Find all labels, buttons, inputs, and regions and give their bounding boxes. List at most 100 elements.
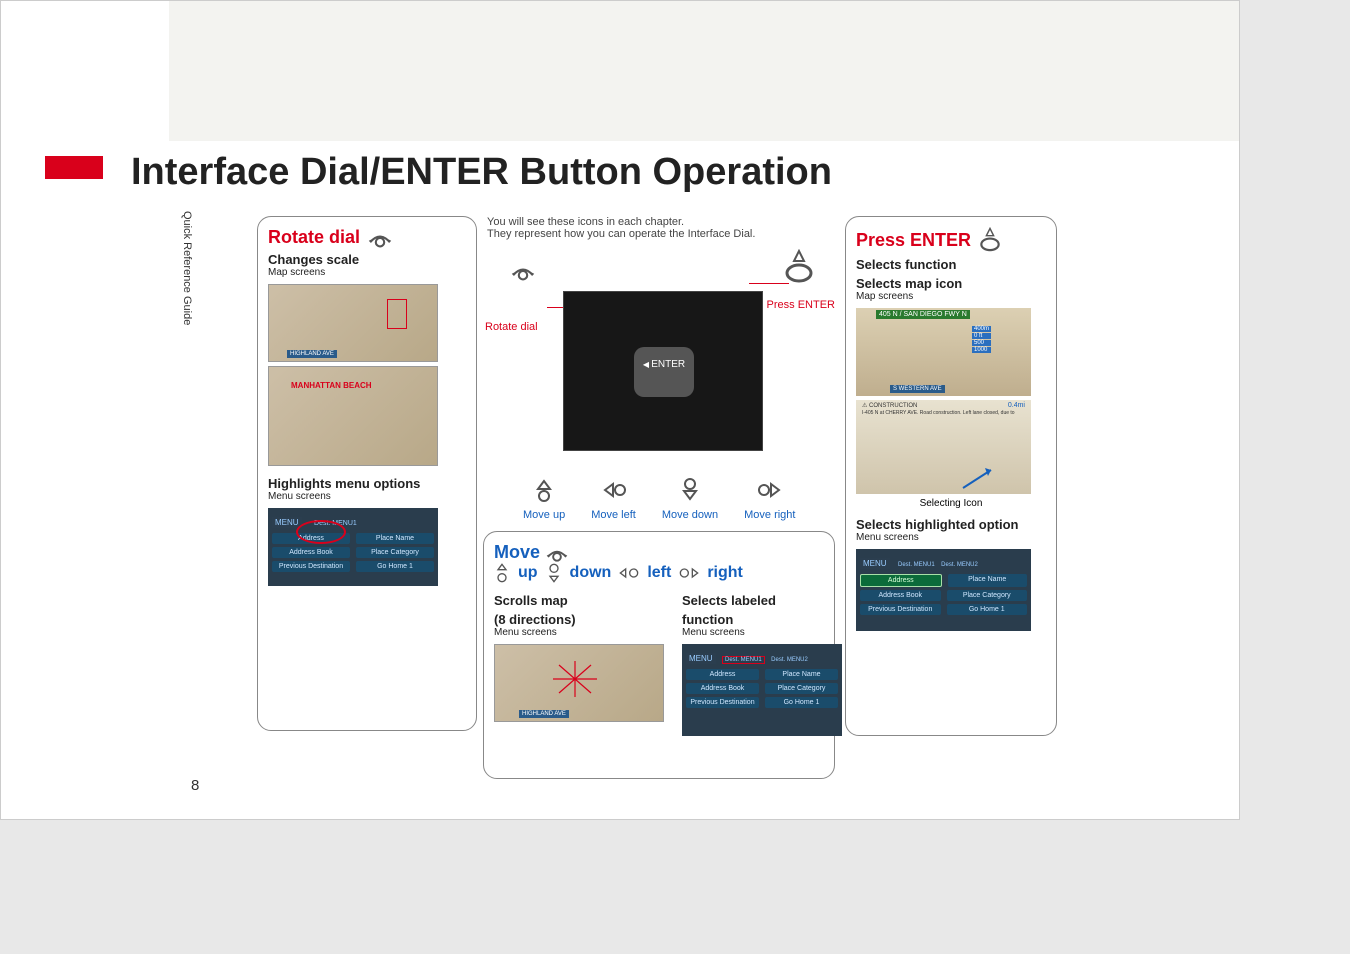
menu-btn: Address Book [860,590,941,601]
move-up-label: Move up [523,509,565,521]
rotate-dial-icon-wrap [509,261,537,286]
menu-screens-label: Menu screens [494,627,664,638]
menu-btn: Place Category [947,590,1028,601]
selects-function-heading: Selects function [856,257,1046,272]
header-band [169,1,1239,141]
menu-btn: Previous Destination [686,697,759,708]
menu-screens-label: Menu screens [682,627,842,638]
menu-btn: Previous Destination [272,561,350,572]
selects-map-icon-heading: Selects map icon [856,276,1046,291]
construction-label: ⚠ CONSTRUCTION [862,402,917,409]
distance-label: 0.4mi [1008,402,1025,409]
intro-line1: You will see these icons in each chapter… [487,216,827,228]
selects-highlighted-heading: Selects highlighted option [856,517,1046,532]
scale-tick: 0 ft [972,333,991,339]
menu-header: MENU [686,653,716,664]
selects-labeled-heading: Selects labeled [682,593,842,608]
map-thumbnail-2: MANHATTAN BEACH [268,366,438,466]
move-left-label: Move left [591,509,636,521]
rotate-dial-icon [509,261,537,281]
move-right-icon [758,478,782,502]
function-heading: function [682,612,842,627]
press-enter-title: Press ENTER [856,230,971,251]
press-enter-icon [977,227,1003,253]
eight-arrows-icon [547,659,603,699]
intro-text: You will see these icons in each chapter… [487,216,827,240]
move-down-icon [546,563,562,583]
menu-btn: Previous Destination [860,604,941,615]
direction-icons-row: Move up Move left Move down Move right [523,478,795,521]
construction-detail: I-405 N at CHERRY AVE. Road construction… [862,410,1022,416]
changes-scale-heading: Changes scale [268,252,466,267]
left-word: left [647,564,671,582]
selecting-icon-arrow [961,464,1001,490]
menu-btn: Go Home 1 [356,561,434,572]
menu-btn: Go Home 1 [765,697,838,708]
move-right-label: Move right [744,509,795,521]
menu-btn: Place Category [356,547,434,558]
menu-btn: Place Name [765,669,838,680]
move-up-icon [532,478,556,502]
menu-tab: Dest. MENU2 [771,657,808,663]
right-word: right [707,564,743,582]
map-thumbnail-fwy: 405 N / SAN DIEGO FWY N 400m 0 ft 500 10… [856,308,1031,396]
section-marker [45,156,103,179]
area-label: MANHATTAN BEACH [291,381,372,390]
menu-btn: Go Home 1 [947,604,1028,615]
street-label: HIGHLAND AVE [519,710,569,718]
intro-line2: They represent how you can operate the I… [487,228,827,240]
move-up-icon [494,563,510,583]
menu-btn-selected: Address [860,574,942,587]
scale-tick: 400m [972,326,991,332]
menu-thumbnail-2: MENU Dest. MENU1 Dest. MENU2 Address Plac… [682,644,842,736]
menu-tab-highlighted: Dest. MENU1 [722,656,765,664]
fwy-sign: 405 N / SAN DIEGO FWY N [876,310,970,319]
menu-btn: Address Book [686,683,759,694]
menu-screens-label: Menu screens [268,491,466,502]
map-thumbnail-construction: ⚠ CONSTRUCTION 0.4mi I-405 N at CHERRY A… [856,400,1031,494]
street-label: S WESTERN AVE [890,385,945,393]
press-enter-label: Press ENTER [767,299,835,311]
map-screens-label: Map screens [268,267,466,278]
press-enter-panel: Press ENTER Selects function Selects map… [845,216,1057,736]
scale-tick: 1000 [972,347,991,353]
menu-header: MENU [860,558,890,569]
up-word: up [518,564,538,582]
dial-diagram: Rotate dial Press ENTER ◀ ENTER Move up … [487,261,827,521]
move-down-icon [678,478,702,502]
street-label: HIGHLAND AVE [287,350,337,358]
highlights-heading: Highlights menu options [268,476,466,491]
page-number: 8 [191,777,199,794]
dial-hardware-illustration: ◀ ENTER [563,291,763,451]
scrolls-map-heading: Scrolls map [494,593,664,608]
press-enter-icon [781,249,817,285]
map-screens-label: Map screens [856,291,1046,302]
rotate-dial-title: Rotate dial [268,227,360,248]
move-down-label: Move down [662,509,718,521]
enter-knob: ◀ ENTER [634,347,694,397]
menu-thumbnail-1: MENU Dest. MENU1 AddressPlace Name Addre… [268,508,438,586]
document-page: Interface Dial/ENTER Button Operation Qu… [0,0,1240,820]
side-tab-label: Quick Reference Guide [181,211,193,325]
menu-screens-label: Menu screens [856,532,1046,543]
move-title: Move [494,542,540,563]
menu-thumbnail-3: MENU Dest. MENU1 Dest. MENU2 Address Plac… [856,549,1031,631]
map-thumbnail-scroll: HIGHLAND AVE [494,644,664,722]
menu-btn: Place Name [948,574,1028,587]
move-dial-icon [544,544,570,562]
rotate-dial-panel: Rotate dial Changes scale Map screens HI… [257,216,477,731]
move-left-icon [602,478,626,502]
move-right-icon [679,565,699,581]
page-title: Interface Dial/ENTER Button Operation [131,151,832,194]
move-left-icon [619,565,639,581]
selecting-icon-caption: Selecting Icon [856,498,1046,509]
rotate-dial-icon [366,228,394,248]
eight-dir-heading: (8 directions) [494,612,664,627]
down-word: down [570,564,612,582]
menu-btn: Place Category [765,683,838,694]
menu-tab: Dest. MENU1 [898,562,935,568]
menu-btn: Address [686,669,759,680]
menu-btn: Address Book [272,547,350,558]
menu-tab: Dest. MENU2 [941,562,978,568]
rotate-dial-label: Rotate dial [485,321,538,333]
